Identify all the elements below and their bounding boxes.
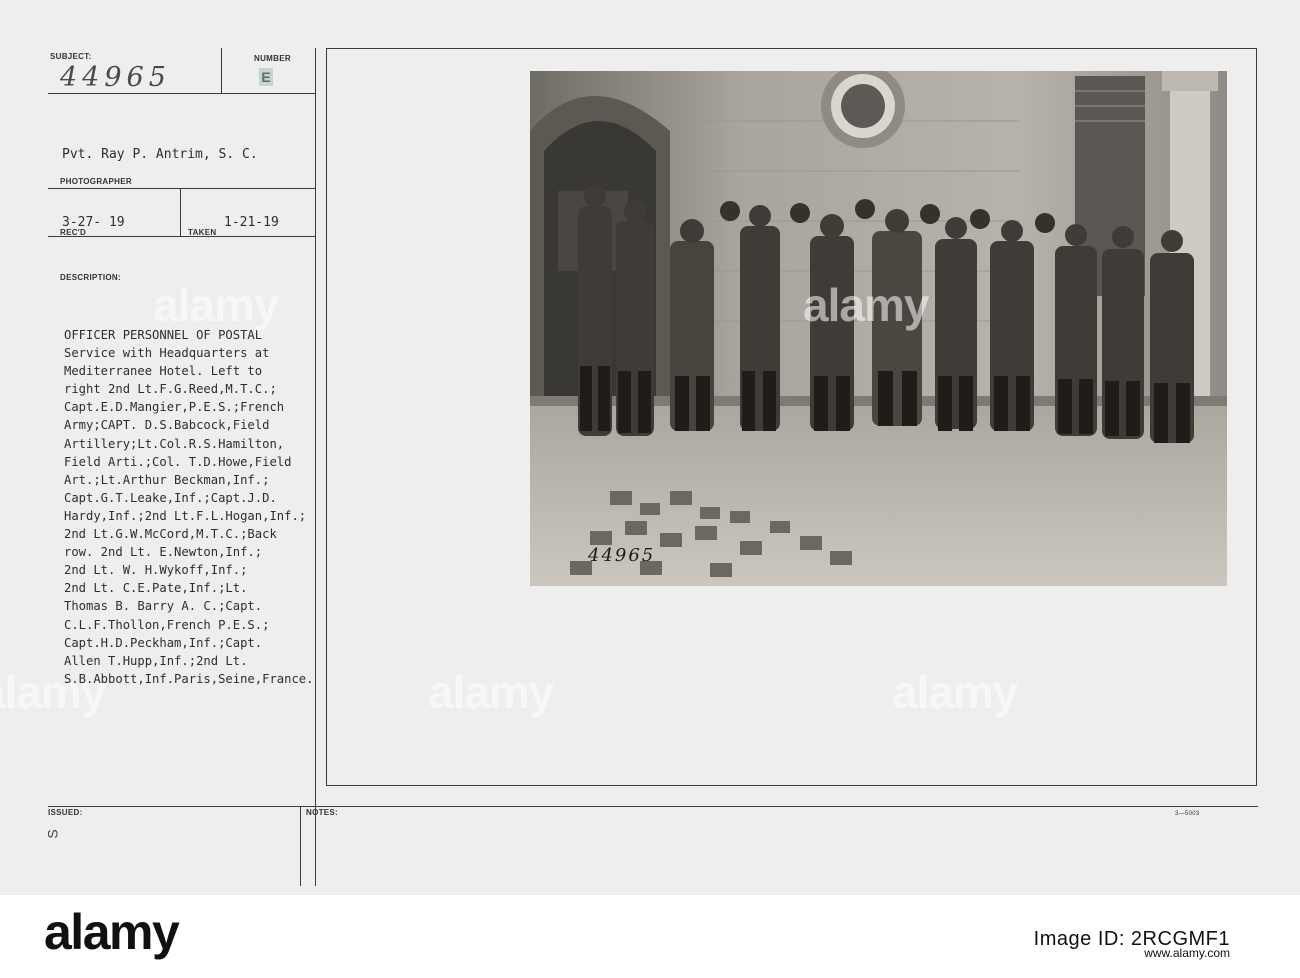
taken-label: TAKEN [188, 228, 217, 237]
watermark: alamy [153, 279, 279, 331]
notes-label: NOTES: [306, 808, 339, 817]
number-label: NUMBER [254, 54, 291, 63]
photographer-label: PHOTOGRAPHER [60, 177, 132, 186]
subject-label: SUBJECT: [50, 52, 92, 61]
issued-label: ISSUED: [48, 808, 83, 817]
taken-date: 1-21-19 [224, 215, 279, 230]
description-text: OFFICER PERSONNEL OF POSTAL Service with… [64, 328, 314, 686]
photo-frame [326, 785, 1257, 786]
photographer-name: Pvt. Ray P. Antrim, S. C. [62, 147, 258, 162]
archive-card: SUBJECT: 44965 NUMBER E Pvt. Ray P. Antr… [0, 0, 1300, 895]
photo-frame [326, 48, 1257, 49]
subject-value: 44965 [60, 62, 171, 93]
card-rule [48, 93, 316, 94]
card-rule [48, 806, 1258, 807]
watermark: alamy [0, 666, 106, 718]
watermark: alamy [892, 666, 1018, 718]
site-url[interactable]: www.alamy.com [1144, 946, 1230, 960]
issued-mark: S [44, 829, 61, 839]
photo-frame [1256, 48, 1257, 786]
card-rule [48, 188, 316, 189]
received-label: REC'D [60, 228, 87, 237]
watermark: alamy [803, 279, 929, 331]
card-divider [221, 48, 222, 94]
photo-number: 44965 [588, 545, 656, 566]
form-number: 3—5003 [1175, 811, 1200, 817]
alamy-logo[interactable]: alamy [44, 903, 180, 961]
description-label: DESCRIPTION: [60, 273, 121, 282]
card-divider [300, 806, 301, 886]
number-stamp: E [259, 68, 273, 86]
card-rule [48, 236, 316, 237]
card-divider [180, 189, 181, 236]
watermark: alamy [428, 666, 554, 718]
